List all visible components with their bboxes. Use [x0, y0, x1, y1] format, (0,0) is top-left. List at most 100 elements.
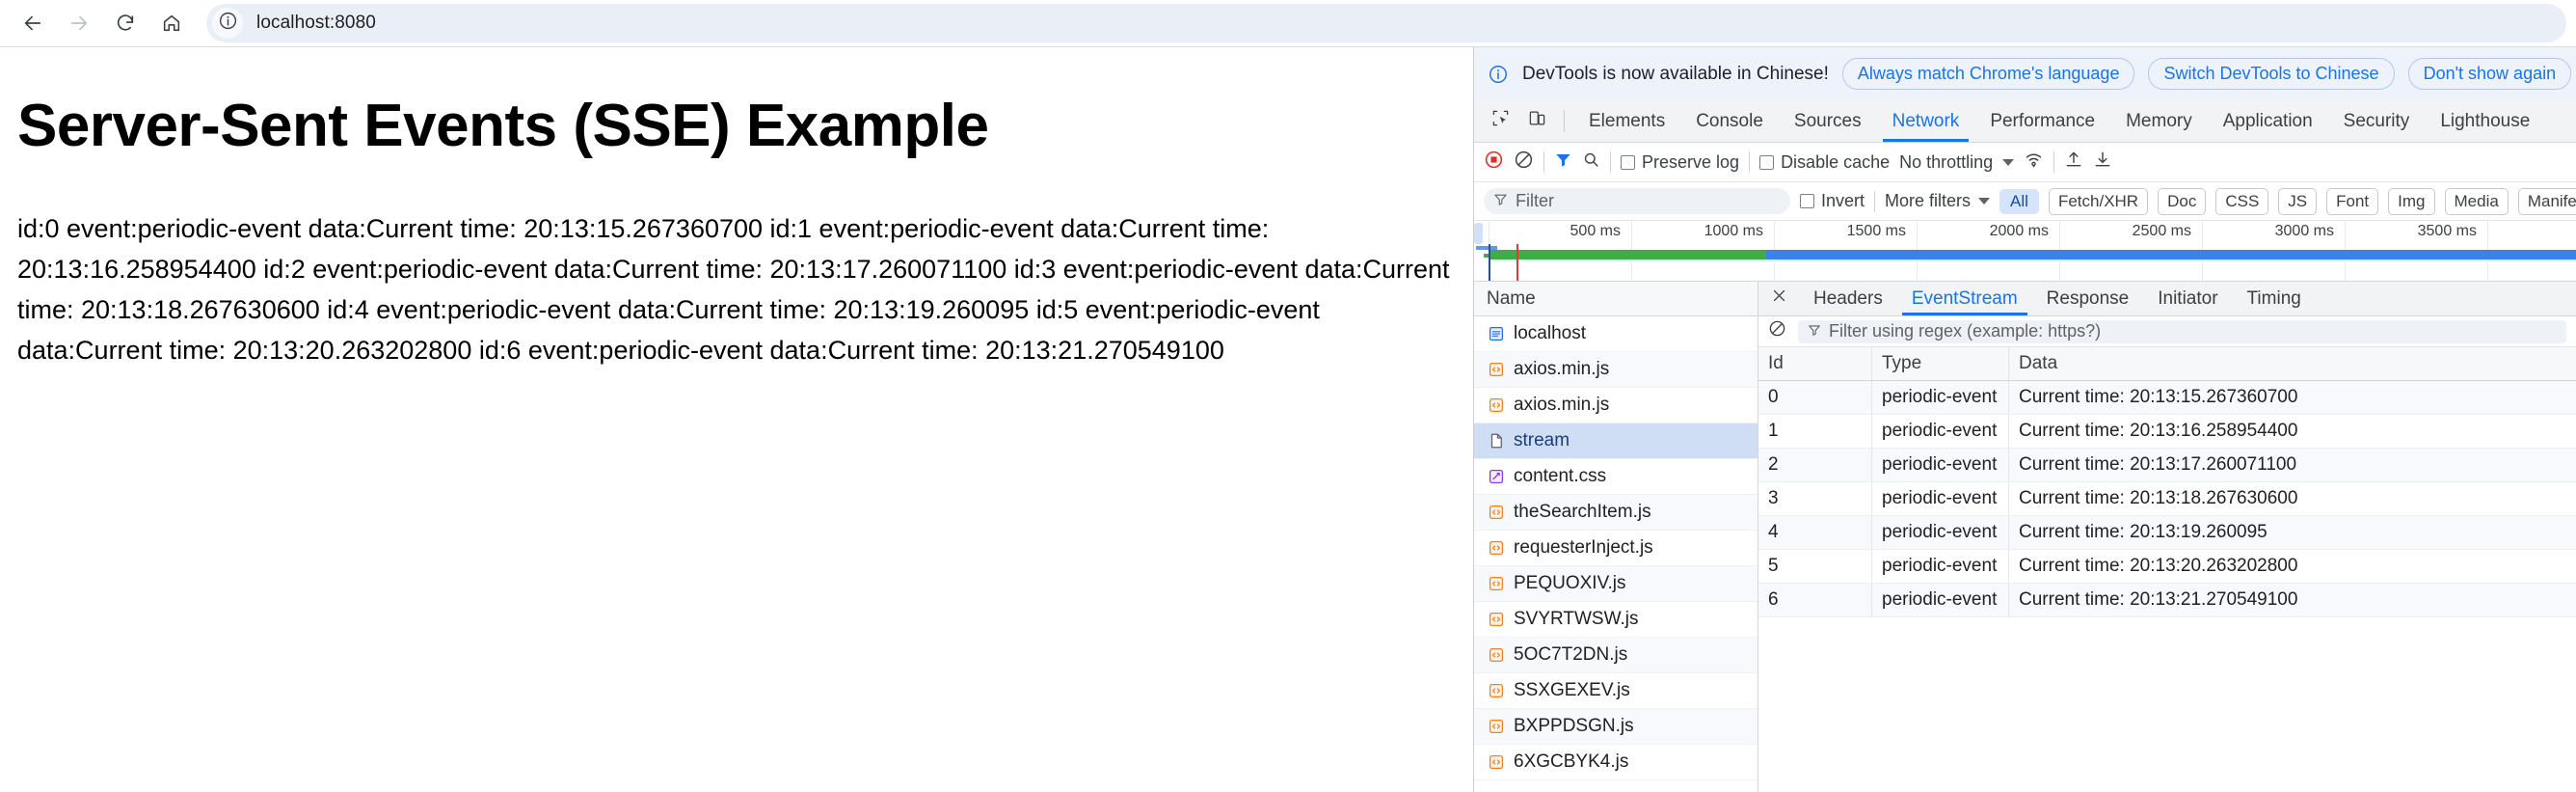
inspect-element-button[interactable]	[1482, 100, 1518, 142]
close-detail-button[interactable]	[1758, 282, 1799, 315]
forward-arrow-icon	[68, 13, 90, 34]
invert-checkbox[interactable]: Invert	[1800, 191, 1865, 211]
device-toolbar-button[interactable]	[1518, 100, 1555, 142]
network-filter-bar: Filter Invert More filters All Fetch/XHR…	[1474, 182, 2576, 221]
request-row-axios-min-js-1[interactable]: axios.min.js	[1474, 352, 1758, 388]
request-row-axios-min-js-2[interactable]: axios.min.js	[1474, 388, 1758, 423]
tab-memory[interactable]: Memory	[2110, 100, 2208, 142]
eventstream-row[interactable]: 4 periodic-event Current time: 20:13:19.…	[1758, 516, 2576, 550]
address-bar-url[interactable]: localhost:8080	[256, 13, 376, 34]
column-header-type[interactable]: Type	[1872, 347, 2009, 380]
event-id: 1	[1758, 415, 1872, 448]
timeline-blue-bar	[1766, 250, 2576, 259]
import-har-icon[interactable]	[2064, 150, 2083, 175]
throttling-dropdown[interactable]: No throttling	[1899, 152, 2014, 173]
filter-chip-media[interactable]: Media	[2445, 188, 2509, 215]
detail-tab-response[interactable]: Response	[2032, 282, 2144, 315]
filter-chip-doc[interactable]: Doc	[2158, 188, 2206, 215]
eventstream-row[interactable]: 3 periodic-event Current time: 20:13:18.…	[1758, 482, 2576, 516]
event-type: periodic-event	[1872, 381, 2009, 414]
dont-show-again-button[interactable]: Don't show again	[2408, 58, 2572, 90]
preserve-log-checkbox[interactable]: Preserve log	[1621, 152, 1739, 173]
toolbar-divider	[1564, 110, 1565, 132]
detail-tab-initiator[interactable]: Initiator	[2143, 282, 2232, 315]
request-row-thesearchitem-js[interactable]: theSearchItem.js	[1474, 495, 1758, 531]
notice-text: DevTools is now available in Chinese!	[1522, 64, 1829, 85]
filter-chip-font[interactable]: Font	[2326, 188, 2378, 215]
column-header-id[interactable]: Id	[1758, 347, 1872, 380]
request-row-pequoxiv-js[interactable]: PEQUOXIV.js	[1474, 566, 1758, 602]
checkbox-box	[1621, 155, 1635, 170]
tab-application[interactable]: Application	[2208, 100, 2328, 142]
eventstream-filter-input[interactable]: Filter using regex (example: https?)	[1798, 320, 2566, 343]
toolbar-divider	[1874, 191, 1875, 212]
tab-performance[interactable]: Performance	[1974, 100, 2110, 142]
script-icon	[1487, 396, 1505, 415]
eventstream-row[interactable]: 1 periodic-event Current time: 20:13:16.…	[1758, 415, 2576, 449]
event-data: Current time: 20:13:20.263202800	[2009, 550, 2576, 583]
eventstream-row[interactable]: 0 periodic-event Current time: 20:13:15.…	[1758, 381, 2576, 415]
eventstream-row[interactable]: 5 periodic-event Current time: 20:13:20.…	[1758, 550, 2576, 584]
filter-funnel-icon	[1808, 321, 1821, 342]
request-row-5oc7t2dn-js[interactable]: 5OC7T2DN.js	[1474, 638, 1758, 673]
timeline-tick-500: 500 ms	[1570, 223, 1626, 240]
devtools-panel: DevTools is now available in Chinese! Al…	[1473, 47, 2576, 792]
filter-chip-img[interactable]: Img	[2388, 188, 2434, 215]
always-match-language-button[interactable]: Always match Chrome's language	[1842, 58, 2135, 90]
clear-icon[interactable]	[1514, 150, 1534, 176]
document-icon	[1487, 325, 1505, 343]
filter-chip-css[interactable]: CSS	[2215, 188, 2268, 215]
timeline-green-bar	[1489, 250, 1766, 259]
request-row-bxppdsgn-js[interactable]: BXPPDSGN.js	[1474, 709, 1758, 745]
request-row-content-css[interactable]: content.css	[1474, 459, 1758, 495]
back-button[interactable]	[10, 4, 56, 42]
clear-icon[interactable]	[1768, 319, 1786, 343]
event-type: periodic-event	[1872, 482, 2009, 515]
record-stop-icon[interactable]	[1484, 150, 1504, 176]
request-row-localhost[interactable]: localhost	[1474, 316, 1758, 352]
request-row-requesterinject-js[interactable]: requesterInject.js	[1474, 531, 1758, 566]
request-row-stream[interactable]: stream	[1474, 423, 1758, 459]
request-row-svyrtwsw-js[interactable]: SVYRTWSW.js	[1474, 602, 1758, 638]
switch-to-chinese-button[interactable]: Switch DevTools to Chinese	[2148, 58, 2394, 90]
network-filter-input[interactable]: Filter	[1484, 188, 1790, 214]
export-har-icon[interactable]	[2093, 150, 2112, 175]
tab-network[interactable]: Network	[1877, 100, 1975, 142]
request-row-ssxgexev-js[interactable]: SSXGEXEV.js	[1474, 673, 1758, 709]
request-name: axios.min.js	[1514, 395, 1609, 416]
network-conditions-icon[interactable]	[2024, 150, 2044, 176]
filter-funnel-icon[interactable]	[1554, 150, 1572, 175]
home-button[interactable]	[148, 4, 195, 42]
filter-chip-fetch-xhr[interactable]: Fetch/XHR	[2049, 188, 2148, 215]
detail-tab-headers[interactable]: Headers	[1799, 282, 1897, 315]
disable-cache-checkbox[interactable]: Disable cache	[1759, 152, 1890, 173]
search-icon[interactable]	[1582, 150, 1600, 175]
event-id: 5	[1758, 550, 1872, 583]
eventstream-row[interactable]: 6 periodic-event Current time: 20:13:21.…	[1758, 584, 2576, 617]
event-id: 4	[1758, 516, 1872, 549]
tab-lighthouse[interactable]: Lighthouse	[2425, 100, 2545, 142]
close-icon	[1771, 287, 1787, 310]
reload-button[interactable]	[102, 4, 148, 42]
site-info-button[interactable]	[212, 8, 243, 39]
column-header-data[interactable]: Data	[2009, 347, 2576, 380]
tab-sources[interactable]: Sources	[1779, 100, 1877, 142]
address-bar[interactable]: localhost:8080	[206, 4, 2566, 42]
more-filters-dropdown[interactable]: More filters	[1885, 191, 1990, 211]
tab-elements[interactable]: Elements	[1573, 100, 1680, 142]
request-row-6xgcbyk4-js[interactable]: 6XGCBYK4.js	[1474, 745, 1758, 780]
forward-button[interactable]	[56, 4, 102, 42]
tab-security[interactable]: Security	[2328, 100, 2426, 142]
filter-chip-manifest[interactable]: Manifest	[2518, 188, 2576, 215]
timeline-range-handle[interactable]	[1474, 223, 1483, 244]
inspect-element-icon	[1491, 109, 1510, 133]
network-overview-timeline[interactable]: 500 ms 1000 ms 1500 ms 2000 ms 2500 ms 3…	[1474, 221, 2576, 282]
detail-tab-eventstream[interactable]: EventStream	[1897, 282, 2032, 315]
eventstream-row[interactable]: 2 periodic-event Current time: 20:13:17.…	[1758, 449, 2576, 482]
request-list-header-name[interactable]: Name	[1474, 282, 1758, 316]
filter-chip-js[interactable]: JS	[2278, 188, 2317, 215]
detail-tab-timing[interactable]: Timing	[2233, 282, 2316, 315]
event-type: periodic-event	[1872, 516, 2009, 549]
filter-chip-all[interactable]: All	[1999, 189, 2039, 214]
tab-console[interactable]: Console	[1680, 100, 1779, 142]
